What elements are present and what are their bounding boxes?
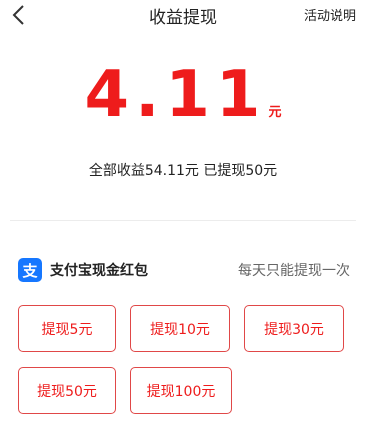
balance-amount: 4.11 <box>84 58 267 132</box>
payout-method-label: 支付宝现金红包 <box>50 263 148 279</box>
alipay-icon: 支 <box>18 258 42 282</box>
withdraw-30-button[interactable]: 提现30元 <box>244 305 344 352</box>
chevron-left-icon <box>12 5 24 25</box>
withdraw-5-button[interactable]: 提现5元 <box>18 305 116 352</box>
back-button[interactable] <box>8 3 32 27</box>
divider <box>10 220 356 221</box>
rules-link[interactable]: 活动说明 <box>304 5 356 24</box>
withdraw-50-button[interactable]: 提现50元 <box>18 367 116 414</box>
withdraw-page: 收益提现 活动说明 4.11 元 全部收益54.11元 已提现50元 支 支付宝现… <box>0 0 366 421</box>
withdraw-limit-hint: 每天只能提现一次 <box>238 263 350 279</box>
payout-method-row: 支 支付宝现金红包 每天只能提现一次 <box>18 257 350 283</box>
balance-display: 4.11 元 <box>0 60 366 130</box>
balance-unit: 元 <box>268 105 282 120</box>
withdraw-10-button[interactable]: 提现10元 <box>130 305 230 352</box>
earnings-summary: 全部收益54.11元 已提现50元 <box>88 163 278 179</box>
top-bar: 收益提现 活动说明 <box>0 0 366 30</box>
withdraw-100-button[interactable]: 提现100元 <box>130 367 232 414</box>
